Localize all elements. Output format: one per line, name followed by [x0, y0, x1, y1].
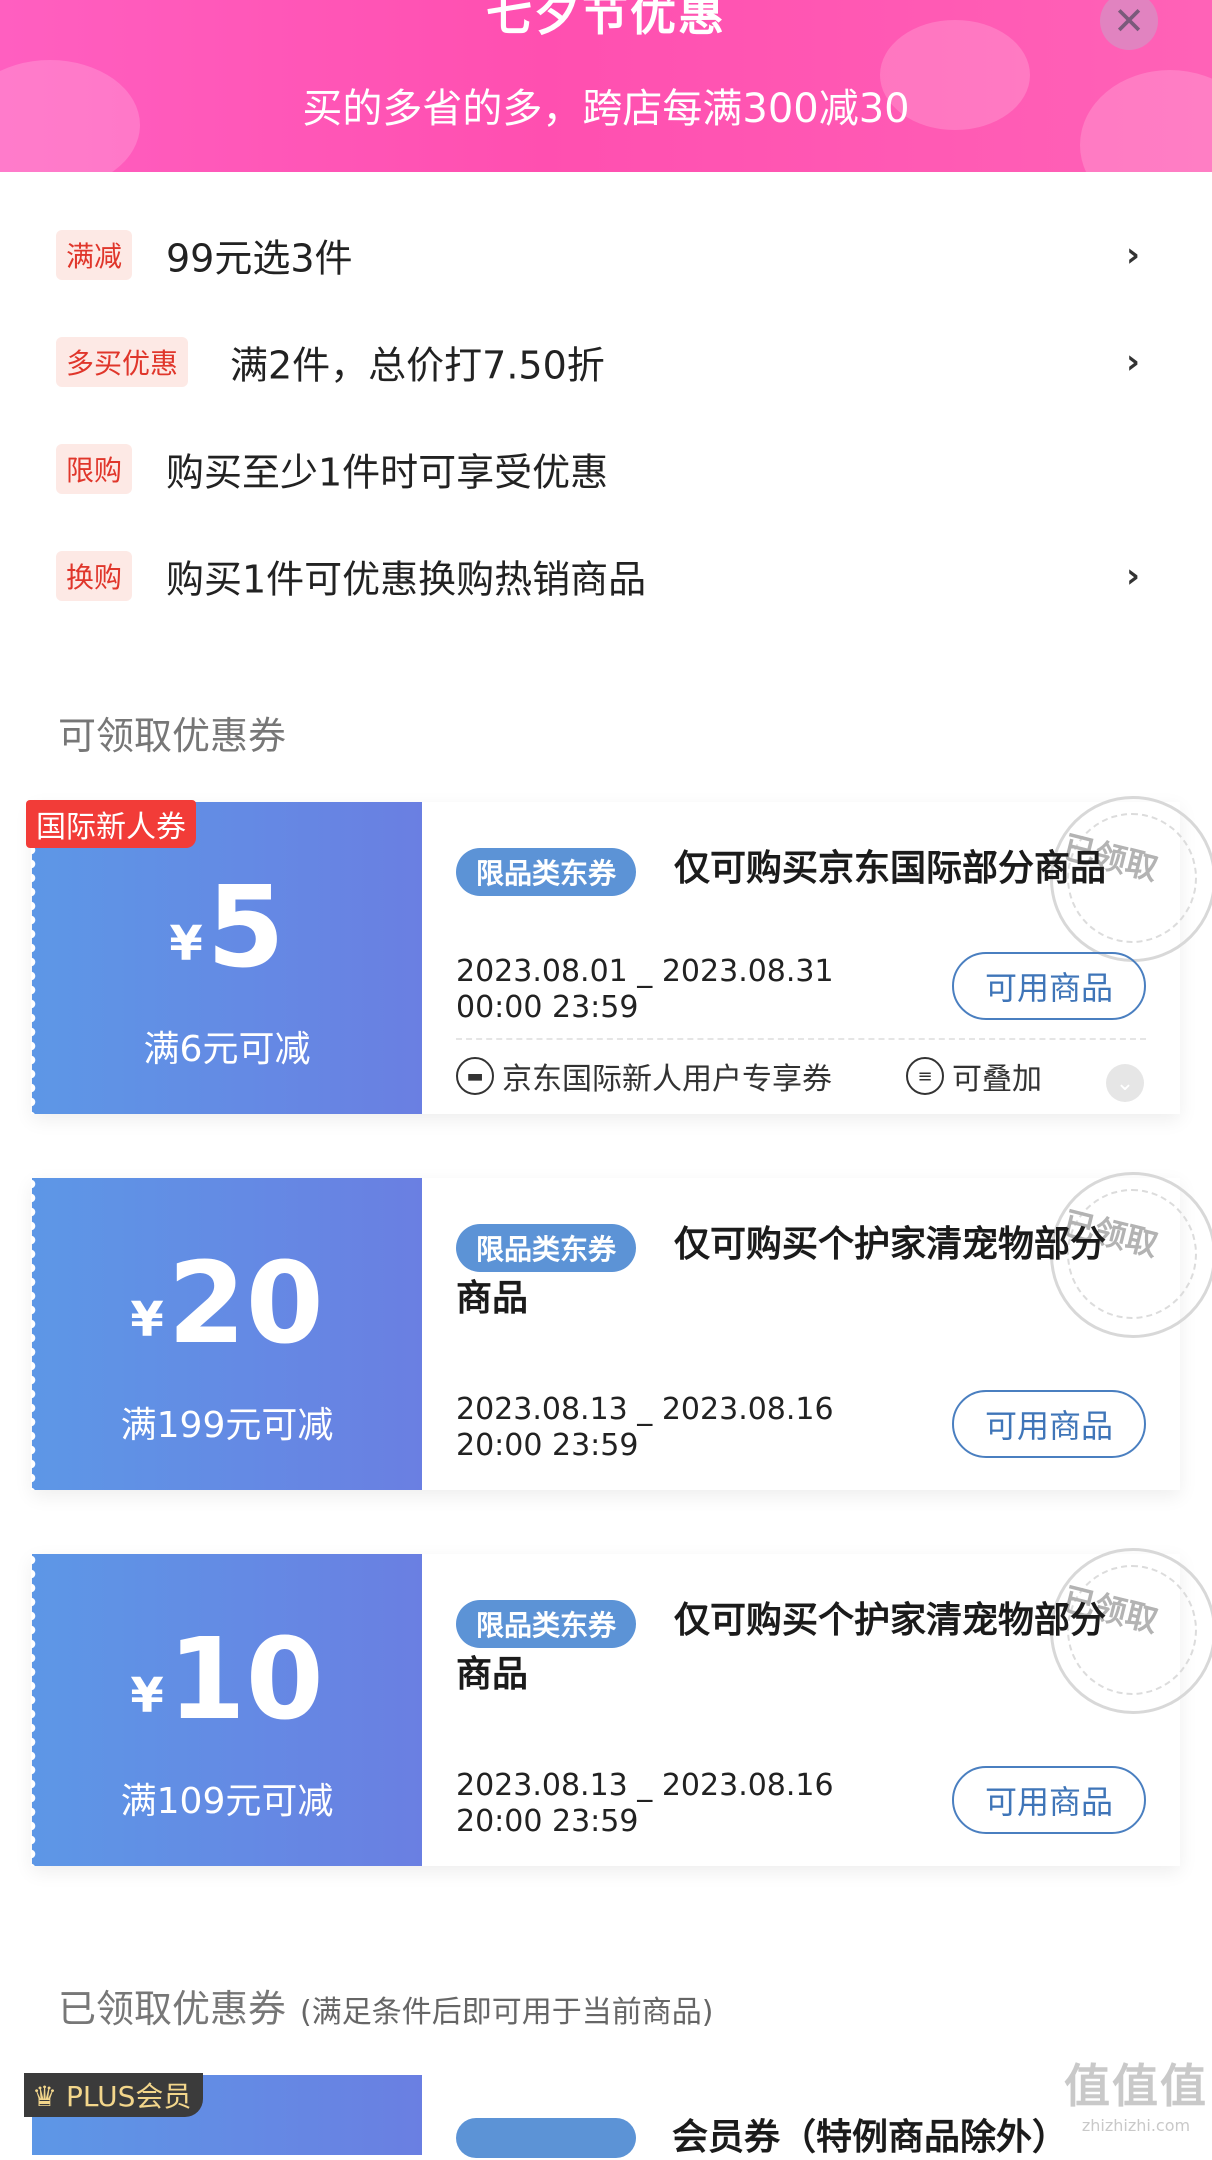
currency-symbol: ¥ [130, 1668, 164, 1724]
coupon-amount: 5 [206, 863, 285, 993]
available-coupons-title: 可领取优惠券 [58, 714, 287, 758]
coupon-amount: 20 [167, 1239, 324, 1369]
promo-text: 满2件，总价打7.50折 [230, 343, 605, 388]
promo-tag: 换购 [56, 551, 133, 601]
received-coupons-title: 已领取优惠券 (满足条件后即可用于当前商品) [58, 1978, 713, 2033]
coupon-time-range: 20:00 23:59 [456, 1428, 639, 1463]
available-products-button[interactable]: 可用商品 [952, 1766, 1146, 1834]
category-tag: 限品类东券 [456, 1224, 637, 1272]
currency-symbol: ¥ [130, 1292, 164, 1348]
coupon-date-range: 2023.08.13 _ 2023.08.16 [456, 1392, 834, 1427]
feature-new-user: ▬ 京东国际新人用户专享券 [456, 1054, 832, 1098]
received-title-note: (满足条件后即可用于当前商品) [300, 1995, 714, 2030]
plus-coupon-title: 会员券（特例商品除外） [672, 2117, 1069, 2158]
chevron-right-icon: › [1126, 342, 1141, 382]
banner-title: 七夕节优惠 [486, 0, 726, 41]
coupon-value-panel: ¥20 满199元可减 [31, 1178, 422, 1490]
available-products-button[interactable]: 可用商品 [952, 1390, 1146, 1458]
promo-row-full-reduction[interactable]: 满减 99元选3件 › [0, 215, 1212, 295]
new-user-ribbon: 国际新人券 [26, 800, 196, 848]
received-title-text: 已领取优惠券 [58, 1987, 287, 2031]
crown-icon: ♛ [32, 2080, 58, 2113]
chevron-right-icon: › [1126, 556, 1141, 596]
category-tag: 限品类东券 [456, 848, 637, 896]
category-tag [456, 2118, 636, 2158]
coupon-value-panel: ¥5 满6元可减 [31, 802, 422, 1114]
site-watermark: 值值值 zhizhizhi.com [1064, 2059, 1208, 2135]
promo-text: 购买至少1件时可享受优惠 [166, 450, 609, 495]
currency-symbol: ¥ [169, 916, 203, 972]
feature-stackable: ≡ 可叠加 [906, 1054, 1042, 1098]
promo-row-exchange[interactable]: 换购 购买1件可优惠换购热销商品 › [0, 536, 1212, 616]
coupon-date-range: 2023.08.13 _ 2023.08.16 [456, 1768, 834, 1803]
promo-tag: 限购 [56, 444, 133, 494]
promo-row-multi-buy[interactable]: 多买优惠 满2件，总价打7.50折 › [0, 322, 1212, 402]
coupon-value-panel: ¥10 满109元可减 [31, 1554, 422, 1866]
coupon-card: ¥10 满109元可减 已领取 仅可购买个护家清宠物部分商品 限品类东券 202… [31, 1548, 1212, 1866]
coupon-card: ¥20 满199元可减 已领取 仅可购买个护家清宠物部分商品 限品类东券 202… [31, 1172, 1212, 1490]
plus-member-badge: ♛ PLUS会员 [24, 2073, 204, 2117]
banner-subtitle: 买的多省的多，跨店每满300减30 [302, 86, 910, 132]
available-products-button[interactable]: 可用商品 [952, 952, 1146, 1020]
coupon-date-range: 2023.08.01 _ 2023.08.31 [456, 954, 834, 989]
coupon-amount: 10 [167, 1615, 324, 1745]
coupon-time-range: 20:00 23:59 [456, 1804, 639, 1839]
promo-text: 99元选3件 [166, 236, 353, 281]
promo-row-purchase-limit: 限购 购买至少1件时可享受优惠 [0, 429, 1212, 509]
coupon-condition: 满6元可减 [143, 1029, 311, 1070]
promo-banner: 七夕节优惠 买的多省的多，跨店每满300减30 ✕ [0, 0, 1212, 172]
promo-text: 购买1件可优惠换购热销商品 [166, 557, 647, 602]
promo-tag: 满减 [56, 230, 133, 280]
category-tag: 限品类东券 [456, 1600, 637, 1648]
coupon-card: ¥5 满6元可减 国际新人券 已领取 仅可购买京东国际部分商品 限品类东券 20… [26, 796, 1212, 1114]
chevron-down-icon[interactable]: ⌄ [1106, 1064, 1144, 1102]
chevron-right-icon: › [1126, 235, 1141, 275]
coupon-condition: 满109元可减 [120, 1781, 334, 1822]
coupon-time-range: 00:00 23:59 [456, 990, 639, 1025]
coupon-condition: 满199元可减 [120, 1405, 334, 1446]
stack-icon: ≡ [906, 1057, 944, 1095]
promo-tag: 多买优惠 [56, 337, 189, 387]
divider [456, 1038, 1146, 1040]
ticket-icon: ▬ [456, 1057, 494, 1095]
